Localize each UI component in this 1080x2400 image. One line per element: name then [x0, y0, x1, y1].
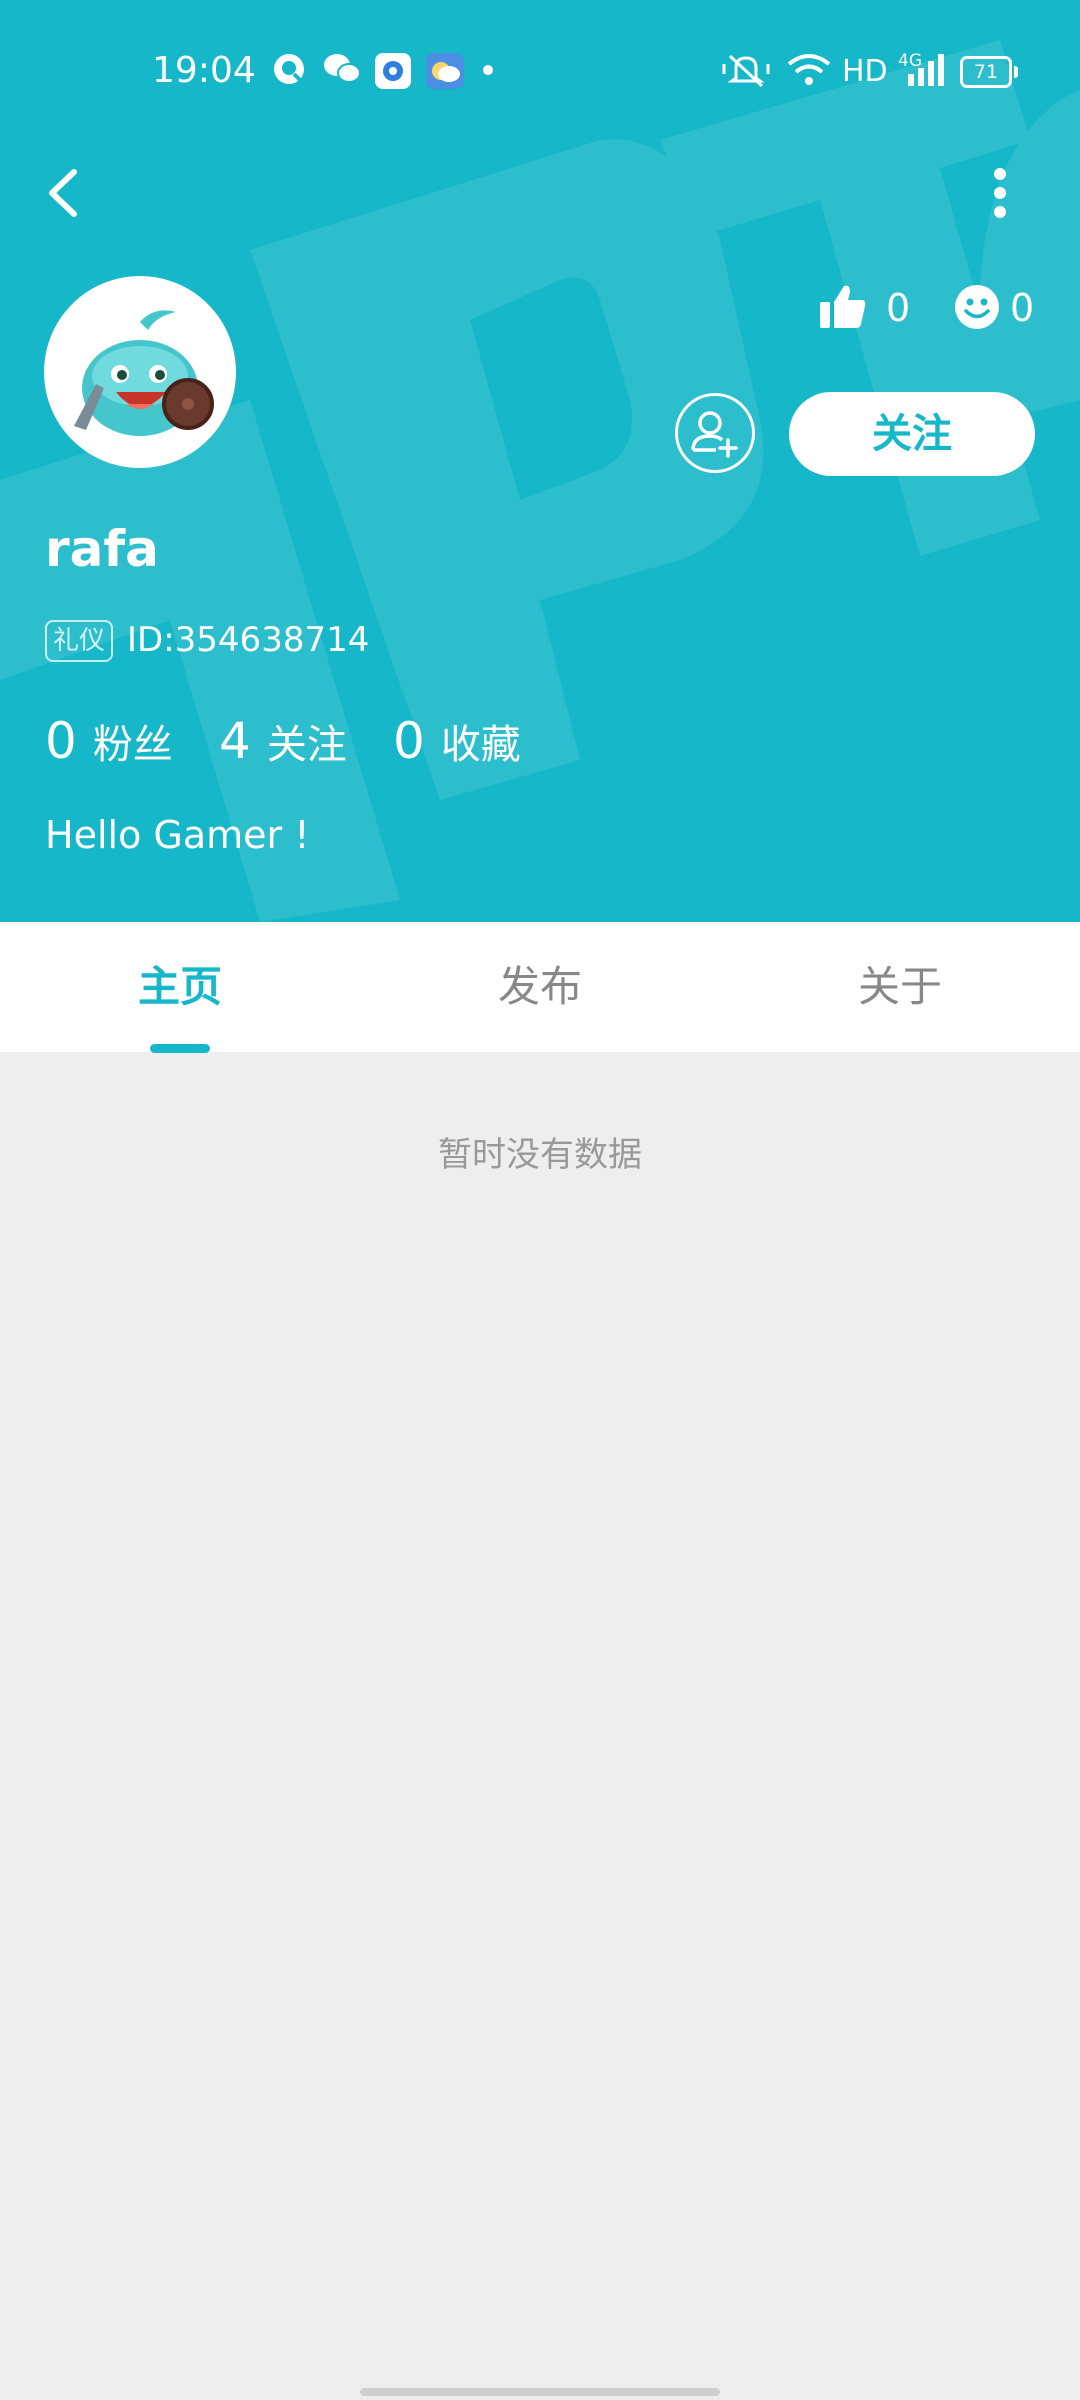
wechat-icon: [324, 54, 361, 83]
add-friend-button[interactable]: [675, 393, 755, 473]
tab-posts[interactable]: 发布: [360, 922, 720, 1052]
user-id: ID:354638714: [127, 620, 370, 660]
tab-about[interactable]: 关于: [720, 922, 1080, 1052]
following-label: 关注: [266, 722, 347, 768]
add-user-icon: [691, 411, 738, 458]
back-arrow-icon: [49, 169, 77, 217]
empty-state-message: 暂时没有数据: [438, 1135, 642, 1175]
following-stat[interactable]: 4 关注: [219, 706, 347, 780]
wifi-icon: [787, 54, 831, 85]
likes-count: 0: [886, 286, 911, 330]
smile-icon: [955, 285, 999, 329]
etiquette-badge: 礼仪: [45, 620, 114, 662]
tab-home[interactable]: 主页: [0, 922, 360, 1052]
back-button[interactable]: [36, 160, 96, 226]
status-time: 19:04: [152, 50, 256, 91]
avatar[interactable]: [44, 276, 236, 468]
profile-tabs: 主页 发布 关于: [0, 922, 1080, 1053]
slime-mascot-icon: [74, 310, 214, 436]
more-vertical-icon: [994, 168, 1006, 218]
fans-stat[interactable]: 0 粉丝: [45, 706, 173, 780]
follow-button[interactable]: 关注: [789, 392, 1035, 476]
mute-icon: [722, 54, 770, 88]
reactions-counter[interactable]: 0: [952, 280, 1052, 336]
battery-icon: 71: [960, 56, 1018, 88]
fans-label: 粉丝: [92, 722, 173, 768]
more-options-button[interactable]: [980, 160, 1020, 226]
thumbs-up-icon: [820, 285, 866, 328]
likes-counter[interactable]: 0: [818, 280, 928, 336]
favorites-count: 0: [393, 712, 425, 770]
weather-icon: [426, 53, 464, 89]
status-bar: 19:04 HD 4G 71: [0, 0, 1080, 140]
browser-icon: [375, 53, 411, 89]
reactions-count: 0: [1010, 286, 1035, 330]
signal-icon: [908, 54, 944, 86]
active-tab-indicator: [150, 1044, 210, 1053]
fans-count: 0: [45, 712, 77, 770]
home-indicator[interactable]: [360, 2388, 720, 2396]
favorites-label: 收藏: [440, 722, 521, 768]
notification-dot-icon: [483, 65, 493, 75]
user-bio: Hello Gamer !: [45, 813, 310, 857]
profile-header: 19:04 HD 4G 71 0 0 关注 rafa 礼仪 ID:3546387…: [0, 0, 1080, 922]
network-type-label: HD: [842, 54, 888, 89]
favorites-stat[interactable]: 0 收藏: [393, 706, 521, 780]
following-count: 4: [219, 712, 251, 770]
username: rafa: [45, 520, 159, 578]
qq-icon: [274, 54, 304, 84]
